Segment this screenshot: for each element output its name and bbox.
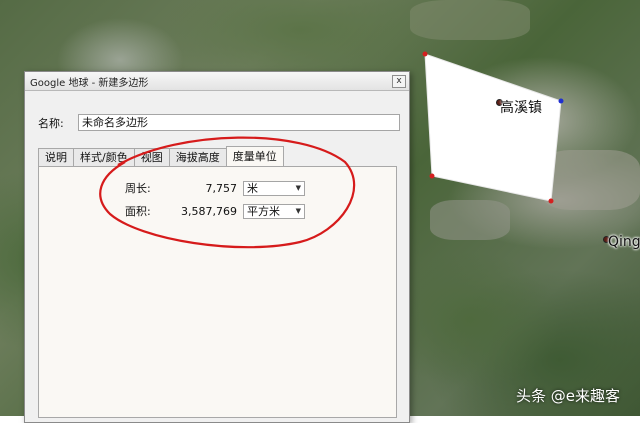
tab-style-color[interactable]: 样式/颜色 [73, 148, 135, 166]
chevron-down-icon: ▼ [295, 207, 301, 215]
tab-view[interactable]: 视图 [133, 148, 170, 166]
polygon-vertex-selected[interactable] [558, 98, 564, 104]
town-label[interactable]: 高溪镇 [500, 97, 542, 117]
dialog-title: Google 地球 - 新建多边形 [30, 77, 149, 89]
perimeter-unit: 米 [247, 182, 258, 195]
area-value: 3,587,769 [181, 204, 237, 218]
area-unit-select[interactable]: 平方米 ▼ [243, 203, 305, 219]
polygon-vertex[interactable] [548, 198, 554, 204]
chevron-down-icon: ▼ [295, 184, 301, 192]
name-input[interactable]: 未命名多边形 [78, 114, 400, 131]
perimeter-unit-select[interactable]: 米 ▼ [243, 180, 305, 196]
close-button[interactable]: x [392, 75, 406, 88]
area-unit: 平方米 [247, 205, 280, 218]
area-row: 面积: 3,587,769 平方米 ▼ [125, 203, 305, 219]
perimeter-label: 周长: [125, 182, 151, 195]
tab-altitude[interactable]: 海拔高度 [168, 148, 227, 166]
polygon-vertex[interactable] [422, 51, 428, 57]
watermark: 头条 @e来趣客 [516, 387, 620, 405]
measurements-panel: 周长: 7,757 米 ▼ 面积: 3,587,769 平方米 ▼ [38, 166, 397, 418]
area-label: 面积: [125, 205, 151, 218]
tab-bar: 说明 样式/颜色 视图 海拔高度 度量单位 [38, 146, 284, 166]
tab-description[interactable]: 说明 [38, 148, 74, 166]
new-polygon-dialog: Google 地球 - 新建多边形 x 名称: 未命名多边形 说明 样式/颜色 … [24, 71, 410, 423]
name-row: 名称: 未命名多边形 [38, 114, 400, 131]
polygon-vertex[interactable] [429, 173, 435, 179]
polygon-shape[interactable] [424, 53, 562, 202]
dialog-titlebar[interactable]: Google 地球 - 新建多边形 [25, 72, 409, 91]
tab-measurements[interactable]: 度量单位 [225, 146, 284, 166]
perimeter-value: 7,757 [205, 181, 238, 195]
perimeter-row: 周长: 7,757 米 ▼ [125, 180, 305, 196]
place-label[interactable]: Qing [608, 234, 640, 250]
name-label: 名称: [38, 116, 64, 130]
